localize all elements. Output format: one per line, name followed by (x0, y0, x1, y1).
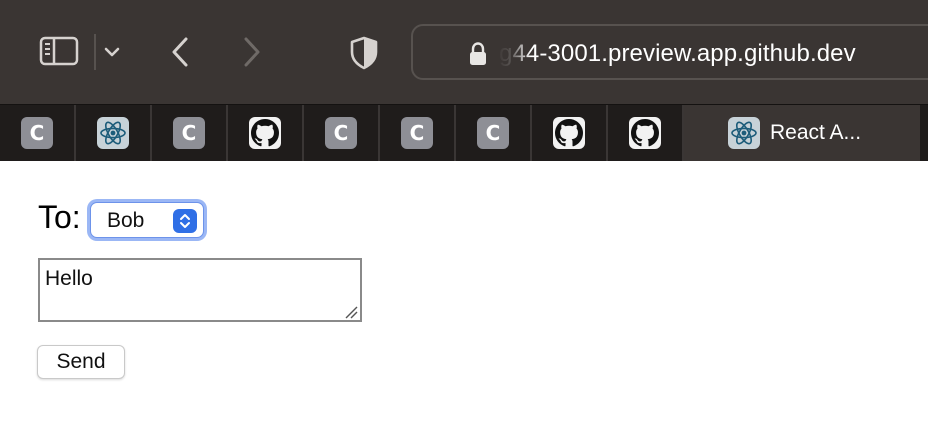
tab-6[interactable]: C (380, 105, 456, 161)
tab-bar: React A... C C C C C (0, 104, 928, 161)
tab-4[interactable] (228, 105, 304, 161)
back-button[interactable] (164, 34, 196, 70)
up-down-chevron-icon (173, 209, 197, 233)
tab-title: React A... (770, 121, 862, 144)
url-fade-overlay (497, 36, 531, 72)
react-icon (728, 117, 760, 149)
tab-9[interactable] (608, 105, 684, 161)
toolbar-divider (94, 34, 96, 70)
url-text: g44-3001.preview.app.github.dev (499, 40, 856, 67)
github-icon (249, 117, 281, 149)
tab-1[interactable]: C (0, 105, 76, 161)
to-label: To: (38, 199, 81, 235)
c-icon: C (173, 117, 205, 149)
chevron-left-icon (172, 37, 188, 67)
recipient-select[interactable]: Bob (90, 202, 204, 238)
tab-active[interactable]: React A... (682, 105, 922, 161)
privacy-report-button[interactable] (346, 34, 382, 72)
c-icon: C (477, 117, 509, 149)
chevron-right-icon (244, 37, 260, 67)
github-icon (629, 117, 661, 149)
c-icon: C (21, 117, 53, 149)
send-button[interactable]: Send (37, 345, 125, 379)
recipient-select-value: Bob (107, 209, 145, 232)
tab-groups-menu-button[interactable] (100, 38, 124, 66)
resize-grip-icon[interactable] (344, 305, 358, 319)
tab-5[interactable]: C (304, 105, 380, 161)
recipient-select-focus-ring: Bob (87, 199, 207, 241)
message-textarea[interactable] (38, 258, 362, 322)
sidebar-icon (39, 36, 79, 66)
tab-7[interactable]: C (456, 105, 532, 161)
lock-icon (470, 42, 486, 65)
github-icon (553, 117, 585, 149)
tab-8[interactable] (532, 105, 608, 161)
react-icon (97, 117, 129, 149)
address-bar[interactable]: g44-3001.preview.app.github.dev (411, 24, 928, 80)
tab-2[interactable] (76, 105, 152, 161)
browser-toolbar: g44-3001.preview.app.github.dev (0, 0, 928, 104)
tab-3[interactable]: C (152, 105, 228, 161)
c-icon: C (401, 117, 433, 149)
chevron-down-icon (104, 47, 120, 57)
shield-icon (350, 36, 378, 70)
sidebar-toggle-button[interactable] (38, 34, 80, 68)
c-icon: C (325, 117, 357, 149)
forward-button[interactable] (236, 34, 268, 70)
